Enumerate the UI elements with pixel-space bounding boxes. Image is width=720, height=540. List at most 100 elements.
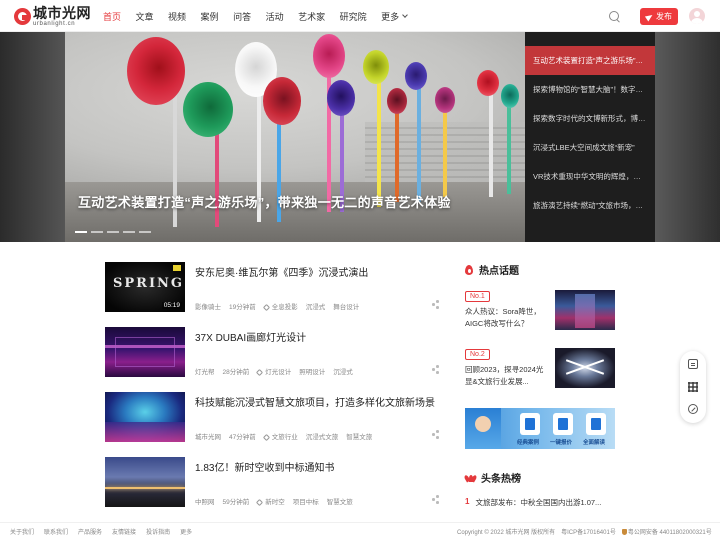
article-title[interactable]: 37X DUBAI画廊灯光设计 [195,329,306,344]
green-horn [183,82,233,137]
article-thumbnail[interactable] [105,327,185,377]
share-icon[interactable] [432,495,439,504]
article-thumbnail[interactable] [105,392,185,442]
article-tag[interactable]: 文旅行业 [262,431,298,441]
promo-label: 经典案例 [517,440,540,446]
chat-icon[interactable] [688,359,698,369]
article-item[interactable]: 37X DUBAI画廊灯光设计 灯光帮 28分钟前 灯光设计 照明设计 沉浸式 [105,327,440,379]
promo-banner[interactable]: 经典案例 一键报价 全面解读 [465,408,615,449]
article-time: 47分钟前 [229,434,256,441]
article-source[interactable]: 城市光网 [195,431,221,441]
site-logo[interactable]: 城市光网 urbanlight.cn [14,5,91,27]
article-source[interactable]: 影像骑士 [195,301,221,311]
headline-item[interactable]: 沉浸式LBE大空间成文旅“新宠” [525,133,655,162]
carousel-dot[interactable] [91,231,103,233]
nav-home[interactable]: 首页 [103,10,121,23]
promo-label: 全面解读 [583,440,606,446]
tag-icon [256,368,264,376]
hot-topic-title[interactable]: 回顾2023，探寻2024光显&文旅行业发展... [465,364,549,388]
article-tag[interactable]: 智慧文旅 [327,496,353,506]
logo-icon [14,7,31,25]
article-tag[interactable]: 智慧文旅 [346,431,372,441]
article-item[interactable]: 1.83亿！新时空收到中标通知书 中照网 59分钟前 新时空 项目中标 智慧文旅 [105,457,440,509]
article-tag[interactable]: 全息投影 [262,301,298,311]
nav-cases[interactable]: 案例 [201,10,219,23]
banner-title[interactable]: 互动艺术装置打造“声之游乐场”，带来独一无二的声音艺术体验 [78,192,451,211]
search-icon[interactable] [609,11,619,21]
footer-link-complaints[interactable]: 投诉指南 [146,527,170,536]
headline-item[interactable]: VR技术重现中华文明的辉煌，沉浸式体验 [525,162,655,191]
hot-topic-thumbnail[interactable] [555,290,615,330]
nav-events[interactable]: 活动 [266,10,284,23]
article-source[interactable]: 灯光帮 [195,366,215,376]
footer-link-services[interactable]: 产品服务 [78,527,102,536]
user-avatar[interactable] [689,8,705,24]
article-title[interactable]: 科技赋能沉浸式智慧文旅项目，打造多样化文旅新场景 [195,394,435,409]
article-title[interactable]: 安东尼奥·维瓦尔第《四季》沉浸式演出 [195,264,368,279]
copyright-text: Copyright © 2022 城市光网 版权所有 [457,530,556,536]
qr-code-icon[interactable] [688,382,698,392]
carousel-dot[interactable] [123,231,135,233]
footer-link-about[interactable]: 关于我们 [10,527,34,536]
article-thumbnail[interactable] [105,457,185,507]
link-icon[interactable] [688,404,698,414]
article-tag[interactable]: 照明设计 [299,366,325,376]
article-title[interactable]: 1.83亿！新时空收到中标通知书 [195,459,334,474]
article-tag[interactable]: 灯光设计 [256,366,291,376]
article-source[interactable]: 中照网 [195,496,215,506]
footer-link-contact[interactable]: 联系我们 [44,527,68,536]
headline-item[interactable]: 探索博物馆的“智慧大脑”！数字化技术赋能博物馆 [525,75,655,104]
hot-topic-thumbnail[interactable] [555,348,615,388]
article-tag[interactable]: 项目中标 [293,496,319,506]
nav-artists[interactable]: 艺术家 [298,10,325,23]
next-slide-peek[interactable] [655,32,720,242]
icp-number[interactable]: 粤ICP备17016401号 [561,527,616,536]
rank-badge: No.2 [465,349,490,360]
article-tag[interactable]: 沉浸式 [333,366,353,376]
top-header: 城市光网 urbanlight.cn 首页 文章 视频 案例 问答 活动 艺术家… [0,0,720,32]
headline-item[interactable]: 探索数字时代的文博新形式，博物馆数字化 [525,104,655,133]
share-icon[interactable] [432,430,439,439]
police-record[interactable]: 粤公网安备 44011802000321号 [621,527,712,536]
carousel-dots [75,231,155,233]
prev-slide-peek[interactable] [0,32,65,242]
nav-more[interactable]: 更多 [381,10,408,23]
article-item[interactable]: SPRING 05:19 安东尼奥·维瓦尔第《四季》沉浸式演出 影像骑士 19分… [105,262,440,314]
article-tag[interactable]: 沉浸式文旅 [306,431,339,441]
carousel-dot[interactable] [75,231,87,233]
article-meta: 城市光网 47分钟前 文旅行业 沉浸式文旅 智慧文旅 [195,431,380,441]
hot-topic-item[interactable]: No.2 回顾2023，探寻2024光显&文旅行业发展... [465,348,615,389]
red-horn [127,37,185,105]
teal-horn [501,84,519,108]
headline-item[interactable]: 互动艺术装置打造“声之游乐场”，带来独一无二的声音艺术体验 [525,46,655,75]
article-tag[interactable]: 沉浸式 [306,301,326,311]
hot-topic-title[interactable]: 众人热议：Sora降世，AIGC将改写什么？ [465,306,549,330]
article-tag[interactable]: 新时空 [256,496,285,506]
carousel-dot[interactable] [139,231,151,233]
case-card-icon [520,413,540,435]
publish-button[interactable]: 发布 [640,8,678,25]
footer-link-friends[interactable]: 友情链接 [112,527,136,536]
hot-topics-heading: 热点话题 [465,262,519,277]
footer-copyright: Copyright © 2022 城市光网 版权所有 粤ICP备17016401… [457,527,718,536]
article-item[interactable]: 科技赋能沉浸式智慧文旅项目，打造多样化文旅新场景 城市光网 47分钟前 文旅行业… [105,392,440,444]
paper-plane-icon [644,12,655,21]
carousel-dot[interactable] [107,231,119,233]
top-news-title[interactable]: 文旅部发布：中秋全国国内出游1.07... [475,497,601,508]
share-icon[interactable] [432,365,439,374]
headline-item[interactable]: 旅游演艺持续“燃动”文旅市场，夜游经济 [525,191,655,220]
share-icon[interactable] [432,300,439,309]
main-nav: 首页 文章 视频 案例 问答 活动 艺术家 研究院 更多 [103,0,422,32]
flame-icon [465,264,473,275]
hot-topic-item[interactable]: No.1 众人热议：Sora降世，AIGC将改写什么？ [465,290,615,331]
article-thumbnail[interactable]: SPRING 05:19 [105,262,185,312]
rank-badge: No.1 [465,291,490,302]
nav-institute[interactable]: 研究院 [340,10,367,23]
top-news-item[interactable]: 1 文旅部发布：中秋全国国内出游1.07... [465,497,601,508]
article-tag[interactable]: 舞台设计 [333,301,359,311]
nav-articles[interactable]: 文章 [136,10,154,23]
footer-link-more[interactable]: 更多 [180,527,192,536]
purple-horn [327,80,355,116]
nav-videos[interactable]: 视频 [168,10,186,23]
nav-qa[interactable]: 问答 [233,10,251,23]
